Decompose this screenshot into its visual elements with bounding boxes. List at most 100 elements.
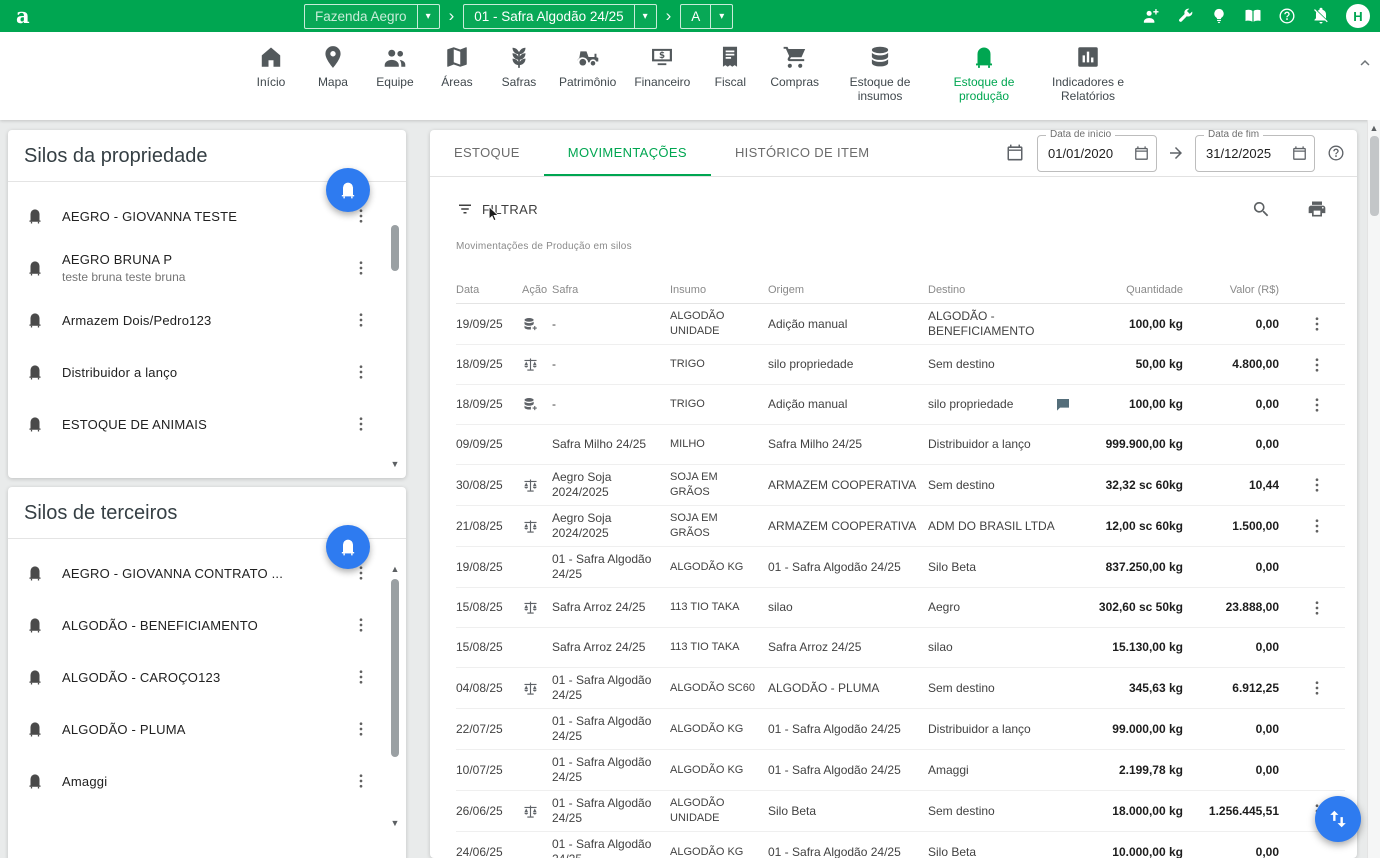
silo-list-item[interactable]: ALGODÃO - PLUMA xyxy=(8,703,406,755)
filter-button[interactable]: FILTRAR xyxy=(456,200,538,218)
scroll-down-arrow[interactable]: ▼ xyxy=(388,817,402,829)
destino-text: Distribuidor a lanço xyxy=(928,722,1031,737)
end-date-field[interactable]: Data de fim 31/12/2025 xyxy=(1195,135,1315,172)
tab-historico-de-item[interactable]: HISTÓRICO DE ITEM xyxy=(711,130,894,176)
nav-item-label: Financeiro xyxy=(634,75,690,89)
search-button[interactable] xyxy=(1249,197,1273,221)
silo-list-item[interactable]: ALGODÃO - CAROÇO123 xyxy=(8,651,406,703)
nav-item-estoque-de-producao[interactable]: Estoque de produção xyxy=(941,43,1027,120)
nav-item-label: Fiscal xyxy=(715,75,746,89)
harvest-selector-value: 01 - Safra Algodão 24/25 xyxy=(464,5,633,28)
tab-estoque[interactable]: ESTOQUE xyxy=(430,130,544,176)
silo-menu-button[interactable] xyxy=(352,415,370,433)
silo-menu-button[interactable] xyxy=(352,363,370,381)
comment-flag-icon[interactable] xyxy=(1055,397,1071,413)
silo-list-item[interactable]: Amaggi xyxy=(8,755,406,807)
aegro-logo[interactable]: a xyxy=(16,3,42,29)
silo-list-item[interactable]: Armazem Dois/Pedro123 xyxy=(8,294,406,346)
silo-menu-button[interactable] xyxy=(352,311,370,329)
nav-item-indicadores-e-relatorios[interactable]: Indicadores e Relatórios xyxy=(1045,43,1131,120)
row-menu-button[interactable] xyxy=(1308,517,1326,535)
cell-quantidade: 302,60 sc 50kg xyxy=(1081,595,1193,620)
nav-item-fiscal[interactable]: Fiscal xyxy=(708,43,752,120)
row-menu-button[interactable] xyxy=(1308,315,1326,333)
table-toolbar: FILTRAR xyxy=(430,177,1357,221)
row-menu-button[interactable] xyxy=(1308,476,1326,494)
cell-insumo: ALGODÃO KG xyxy=(670,555,768,580)
scroll-up-arrow[interactable]: ▲ xyxy=(1368,122,1380,134)
bell-off-icon[interactable] xyxy=(1304,7,1338,25)
collapse-nav-button[interactable] xyxy=(1356,54,1374,72)
silo-list-item[interactable]: ESTOQUE DE ANIMAIS xyxy=(8,398,406,450)
scrollbar-thumb[interactable] xyxy=(391,225,399,271)
person-add-icon[interactable] xyxy=(1134,7,1168,25)
new-movement-fab[interactable] xyxy=(1315,796,1361,842)
help-button[interactable] xyxy=(1325,142,1347,164)
nav-item-mapa[interactable]: Mapa xyxy=(311,43,355,120)
cell-origem: silo propriedade xyxy=(768,352,928,377)
book-icon[interactable] xyxy=(1236,7,1270,25)
print-button[interactable] xyxy=(1305,197,1329,221)
map-pin-icon xyxy=(320,43,346,71)
add-third-party-silo-button[interactable] xyxy=(326,525,370,569)
cell-quantidade: 18.000,00 kg xyxy=(1081,799,1193,824)
row-menu-button[interactable] xyxy=(1308,356,1326,374)
cell-data: 30/08/25 xyxy=(456,473,522,498)
chevron-down-icon[interactable]: ▾ xyxy=(417,5,439,28)
silo-menu-button[interactable] xyxy=(352,720,370,738)
row-menu-button[interactable] xyxy=(1308,396,1326,414)
area-selector[interactable]: A ▾ xyxy=(680,4,733,29)
scrollbar-thumb[interactable] xyxy=(391,579,399,757)
list-scrollbar[interactable]: ▼ xyxy=(388,192,402,470)
nav-item-patrimonio[interactable]: Patrimônio xyxy=(559,43,616,120)
help-icon[interactable] xyxy=(1270,7,1304,25)
chevron-down-icon[interactable]: ▾ xyxy=(634,5,656,28)
nav-item-equipe[interactable]: Equipe xyxy=(373,43,417,120)
silo-list-item[interactable]: AEGRO BRUNA Pteste bruna teste bruna xyxy=(8,242,406,294)
destino-text: Sem destino xyxy=(928,804,995,819)
silo-menu-button[interactable] xyxy=(352,616,370,634)
cell-insumo: TRIGO xyxy=(670,352,768,377)
scrollbar-thumb[interactable] xyxy=(1370,136,1379,216)
silo-menu-button[interactable] xyxy=(352,259,370,277)
silo-list-item[interactable]: Distribuidor a lanço xyxy=(8,346,406,398)
nav-item-areas[interactable]: Áreas xyxy=(435,43,479,120)
tab-movimentacoes[interactable]: MOVIMENTAÇÕES xyxy=(544,130,711,176)
filter-button-label: FILTRAR xyxy=(482,202,538,217)
nav-item-safras[interactable]: Safras xyxy=(497,43,541,120)
calendar-shortcut-button[interactable] xyxy=(1003,141,1027,165)
nav-item-compras[interactable]: Compras xyxy=(770,43,819,120)
scale-icon xyxy=(522,675,552,702)
calendar-icon[interactable] xyxy=(1289,143,1310,164)
user-avatar[interactable]: H xyxy=(1346,4,1370,28)
scroll-down-arrow[interactable]: ▼ xyxy=(388,458,402,470)
add-property-silo-button[interactable] xyxy=(326,168,370,212)
row-menu-button[interactable] xyxy=(1308,599,1326,617)
silo-icon xyxy=(26,616,44,634)
row-menu-button[interactable] xyxy=(1308,679,1326,697)
start-date-field[interactable]: Data de início 01/01/2020 xyxy=(1037,135,1157,172)
nav-item-estoque-de-insumos[interactable]: Estoque de insumos xyxy=(837,43,923,120)
silo-list-item[interactable]: ALGODÃO - BENEFICIAMENTO xyxy=(8,599,406,651)
harvest-selector[interactable]: 01 - Safra Algodão 24/25 ▾ xyxy=(463,4,656,29)
cell-action xyxy=(522,765,552,775)
cell-insumo: ALGODÃO KG xyxy=(670,840,768,858)
cell-data: 18/09/25 xyxy=(456,392,522,417)
window-scrollbar[interactable]: ▲ xyxy=(1367,120,1380,858)
cell-origem: 01 - Safra Algodão 24/25 xyxy=(768,717,928,742)
nav-item-financeiro[interactable]: Financeiro xyxy=(634,43,690,120)
silo-menu-button[interactable] xyxy=(352,772,370,790)
cell-destino: Sem destino xyxy=(928,799,1081,824)
chevron-down-icon[interactable]: ▾ xyxy=(710,5,732,28)
calendar-icon[interactable] xyxy=(1131,143,1152,164)
silo-icon xyxy=(26,772,44,790)
list-scrollbar[interactable]: ▲ ▼ xyxy=(388,563,402,829)
wrench-icon[interactable] xyxy=(1168,7,1202,25)
home-icon xyxy=(258,43,284,71)
nav-item-inicio[interactable]: Início xyxy=(249,43,293,120)
silo-menu-button[interactable] xyxy=(352,668,370,686)
farm-selector[interactable]: Fazenda Aegro ▾ xyxy=(304,4,440,29)
people-icon xyxy=(382,43,408,71)
bulb-icon[interactable] xyxy=(1202,7,1236,25)
scroll-up-arrow[interactable]: ▲ xyxy=(388,563,402,575)
